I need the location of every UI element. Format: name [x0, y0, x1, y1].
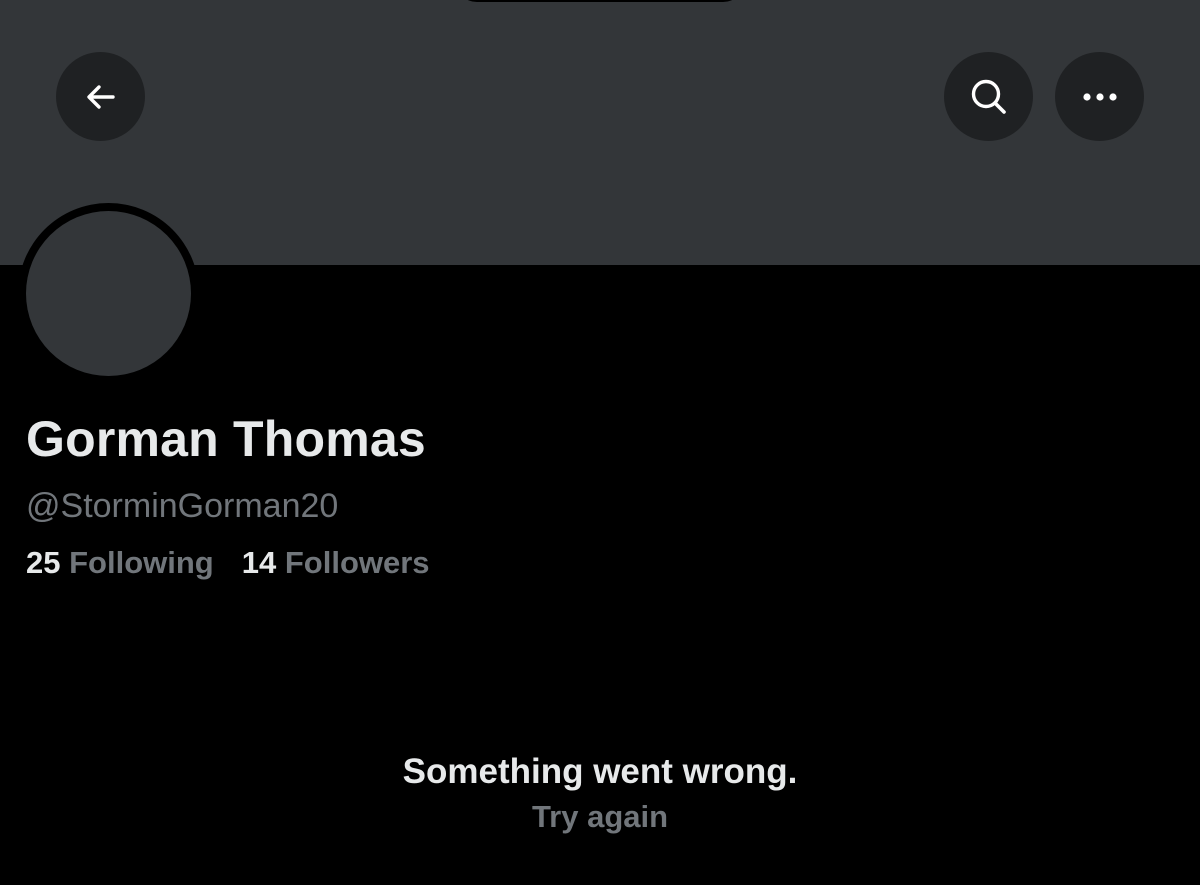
- error-message: Something went wrong.: [402, 752, 798, 791]
- following-label: Following: [69, 545, 214, 580]
- following-count: 25: [26, 545, 61, 580]
- more-options-button[interactable]: [1055, 52, 1144, 141]
- device-notch: [455, 0, 745, 2]
- search-button[interactable]: [944, 52, 1033, 141]
- try-again-button[interactable]: Try again: [532, 799, 668, 834]
- avatar[interactable]: [26, 211, 191, 376]
- profile-page: Gorman Thomas @StorminGorman20 25 Follow…: [0, 0, 1200, 885]
- back-button[interactable]: [56, 52, 145, 141]
- arrow-left-icon: [86, 84, 115, 109]
- retry-row: Try again: [0, 799, 1200, 835]
- followers-link[interactable]: 14 Followers: [242, 545, 430, 581]
- follow-stats: 25 Following 14 Followers: [26, 545, 430, 581]
- profile-banner: [0, 0, 1200, 265]
- following-link[interactable]: 25 Following: [26, 545, 214, 581]
- more-horizontal-icon: [1082, 92, 1117, 101]
- followers-count: 14: [241, 545, 277, 580]
- user-handle: @StorminGorman20: [26, 487, 339, 525]
- display-name: Gorman Thomas: [26, 411, 426, 467]
- followers-label: Followers: [284, 545, 430, 580]
- search-icon: [971, 79, 1006, 114]
